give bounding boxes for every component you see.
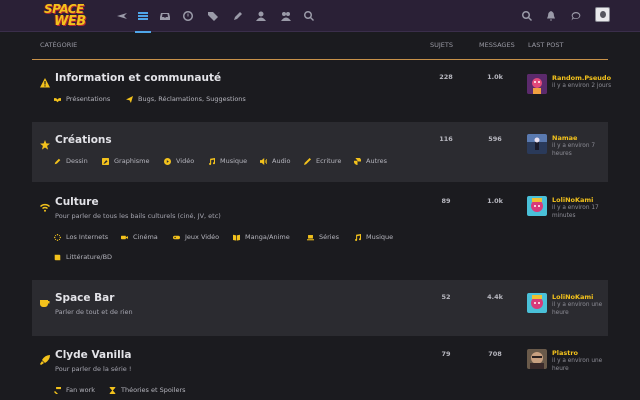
paper-plane-icon: [126, 95, 133, 103]
subforum-link[interactable]: Los Internets: [54, 233, 108, 241]
column-topics: SUJETS: [430, 41, 454, 49]
category-description: Parler de tout et de rien: [55, 308, 133, 316]
hammer-icon: [54, 386, 61, 394]
subforum-link[interactable]: Littérature/BD: [54, 253, 112, 261]
category-title[interactable]: Information et communauté: [55, 72, 221, 84]
chat-icon[interactable]: [566, 6, 586, 26]
top-navigation-bar: SPACE WEB: [0, 0, 640, 33]
last-post-time: il y a environ une heure: [552, 302, 603, 316]
category-row[interactable]: Clyde Vanilla Pour parler de la série ! …: [32, 340, 608, 400]
avatar[interactable]: [527, 196, 547, 216]
topic-count: 116: [439, 135, 453, 143]
category-title[interactable]: Clyde Vanilla: [55, 349, 131, 361]
inbox-icon[interactable]: [155, 6, 175, 26]
avatar[interactable]: [527, 293, 547, 313]
avatar[interactable]: [527, 349, 547, 369]
film-icon: [354, 157, 361, 165]
rocket-icon: [40, 350, 50, 365]
category-row[interactable]: Culture Pour parler de tous les bails cu…: [32, 186, 608, 276]
column-messages: MESSAGES: [479, 41, 515, 49]
graphic-icon: [102, 157, 109, 165]
hourglass-icon: [109, 386, 116, 394]
subforum-link[interactable]: Ecriture: [304, 157, 341, 165]
column-category: CATÉGORIE: [40, 41, 78, 49]
subforum-link[interactable]: Théories et Spoilers: [109, 386, 186, 394]
star-icon: [40, 135, 50, 150]
pen-icon[interactable]: [228, 6, 248, 26]
search-icon[interactable]: [299, 6, 319, 26]
warning-icon: [40, 73, 50, 88]
message-count: 708: [488, 350, 502, 358]
category-row[interactable]: Information et communauté 228 1.0k Prése…: [32, 62, 611, 118]
last-post-user[interactable]: Random.Pseudo: [552, 74, 611, 82]
site-logo[interactable]: SPACE WEB: [42, 2, 100, 30]
last-post-user[interactable]: LoliNoKami: [552, 293, 593, 301]
list-icon[interactable]: [133, 6, 153, 33]
category-row[interactable]: Space Bar Parler de tout et de rien 52 4…: [32, 280, 608, 336]
spinner-icon: [54, 233, 61, 241]
topic-count: 89: [441, 197, 451, 205]
coffee-icon: [40, 293, 50, 307]
topic-count: 52: [441, 293, 451, 301]
subforum-link[interactable]: Fan work: [54, 386, 95, 394]
subforum-link[interactable]: Manga/Anime: [233, 233, 290, 241]
subforum-link[interactable]: Graphisme: [102, 157, 149, 165]
subforum-link[interactable]: Dessin: [54, 157, 88, 165]
gamepad-icon: [173, 234, 180, 241]
subforum-link[interactable]: Musique: [208, 157, 247, 165]
last-post-time: il y a environ 2 jours: [552, 83, 612, 89]
forum-table-header: CATÉGORIE SUJETS MESSAGES LAST POST: [32, 36, 608, 60]
message-count: 4.4k: [487, 293, 503, 301]
audio-icon: [260, 157, 267, 165]
subforum-link[interactable]: Jeux Vidéo: [173, 233, 219, 241]
book-open-icon: [233, 234, 240, 241]
subforum-link[interactable]: Autres: [354, 157, 387, 165]
category-title[interactable]: Culture: [55, 196, 99, 208]
pencil-icon: [54, 158, 61, 165]
camera-icon: [121, 234, 128, 241]
subforum-link[interactable]: Cinéma: [121, 233, 158, 241]
clock-icon[interactable]: [178, 6, 198, 26]
last-post-time: il y a environ une heure: [552, 358, 603, 372]
category-description: Pour parler de la série !: [55, 365, 132, 373]
bell-icon[interactable]: [541, 6, 561, 26]
handshake-icon: [54, 96, 61, 103]
category-title[interactable]: Créations: [55, 134, 112, 146]
topic-count: 228: [439, 73, 453, 81]
subforum-link[interactable]: Présentations: [54, 95, 110, 103]
music-icon: [354, 233, 361, 241]
search-icon[interactable]: [517, 6, 537, 26]
category-description: Pour parler de tous les bails culturels …: [55, 212, 221, 220]
user-icon[interactable]: [251, 6, 271, 26]
music-icon: [208, 157, 215, 165]
category-title[interactable]: Space Bar: [55, 292, 114, 304]
writing-icon: [304, 157, 311, 165]
message-count: 596: [488, 135, 502, 143]
message-count: 1.0k: [487, 197, 503, 205]
last-post-user[interactable]: LoliNoKami: [552, 196, 593, 204]
plane-icon[interactable]: [112, 6, 132, 26]
last-post-user[interactable]: Plastro: [552, 349, 578, 357]
users-icon[interactable]: [276, 6, 296, 26]
subforum-link[interactable]: Audio: [260, 157, 290, 165]
topic-count: 79: [441, 350, 451, 358]
message-count: 1.0k: [487, 73, 503, 81]
book-icon: [54, 254, 61, 261]
subforum-link[interactable]: Séries: [307, 233, 339, 241]
subforum-link[interactable]: Musique: [354, 233, 393, 241]
laptop-icon: [307, 234, 314, 241]
subforum-link[interactable]: Bugs, Réclamations, Suggestions: [126, 95, 246, 103]
subforum-link[interactable]: Vidéo: [164, 157, 194, 165]
tags-icon[interactable]: [203, 6, 223, 26]
avatar[interactable]: [527, 134, 547, 154]
user-avatar[interactable]: [595, 7, 610, 22]
last-post-time: il y a environ 17 minutes: [552, 205, 599, 219]
column-last-post: LAST POST: [528, 41, 564, 49]
last-post-user[interactable]: Namae: [552, 134, 577, 142]
wifi-icon: [40, 197, 50, 212]
category-row[interactable]: Créations 116 596 Dessin Graphisme Vidéo…: [32, 122, 608, 182]
video-icon: [164, 157, 171, 165]
avatar[interactable]: [527, 74, 547, 94]
last-post-time: il y a environ 7 heures: [552, 143, 596, 157]
